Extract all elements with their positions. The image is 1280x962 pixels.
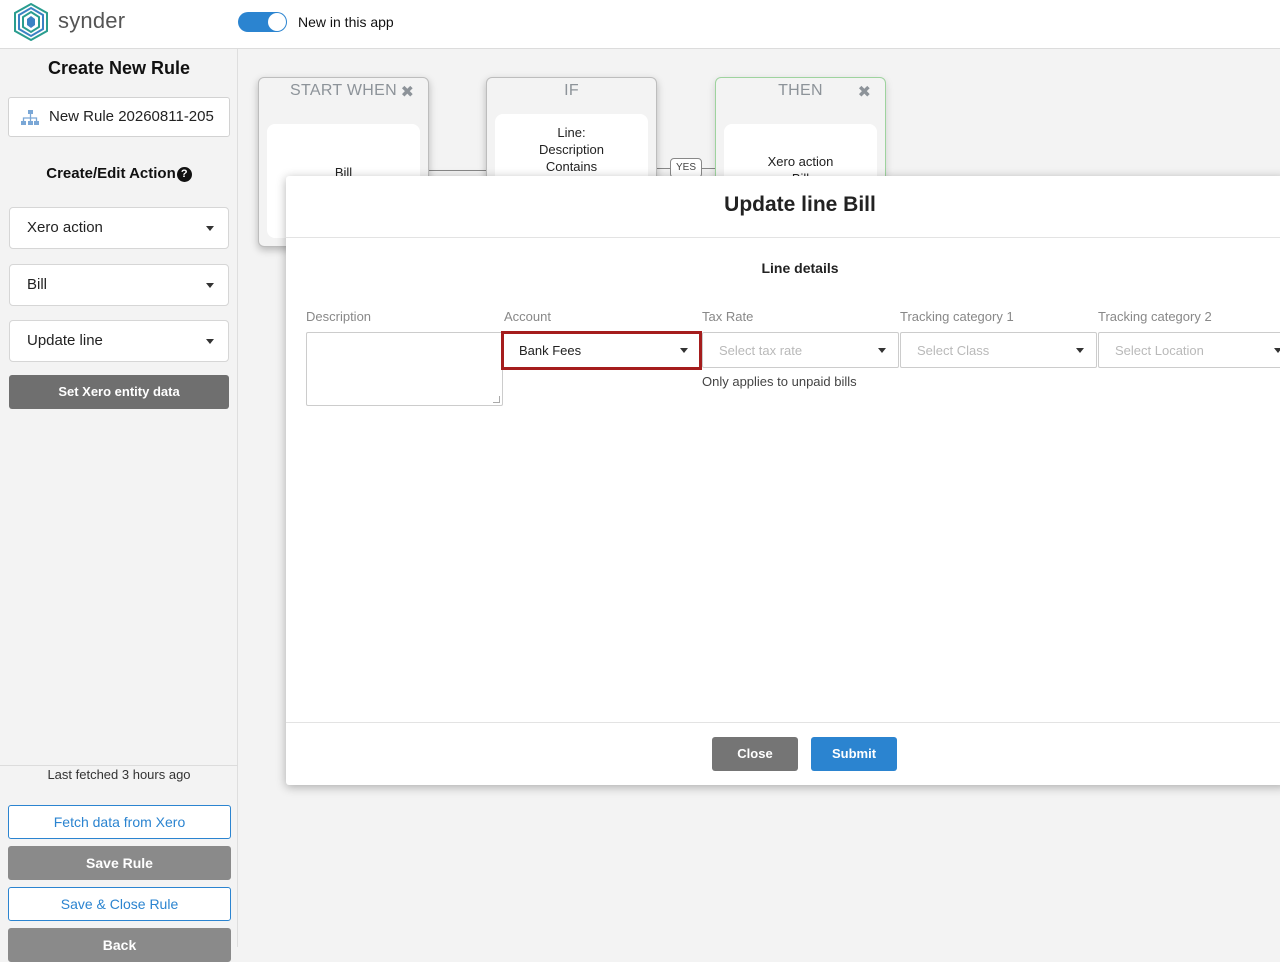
description-textarea[interactable] (306, 332, 503, 406)
last-fetched-status: Last fetched 3 hours ago (47, 767, 191, 782)
yes-branch-label: YES (670, 158, 702, 178)
condition-line-2: Description (538, 142, 605, 157)
submit-button[interactable]: Submit (811, 737, 897, 771)
sidebar-title: Create New Rule (47, 58, 191, 78)
action-type-value: Xero action (27, 219, 103, 236)
close-icon[interactable]: ✖ (858, 82, 871, 102)
toggle-label: New in this app (298, 14, 394, 30)
close-icon[interactable]: ✖ (401, 82, 414, 102)
chevron-down-icon (206, 339, 214, 344)
chevron-down-icon (206, 226, 214, 231)
fetch-data-button[interactable]: Fetch data from Xero (8, 805, 231, 839)
account-value: Bank Fees (519, 343, 582, 358)
description-label: Description (306, 309, 372, 324)
tracking-category-1-label: Tracking category 1 (900, 309, 1014, 324)
line-details-heading: Line details (761, 260, 839, 276)
entity-type-value: Bill (27, 276, 48, 293)
operation-select[interactable]: Update line (9, 320, 229, 362)
start-if-connector (428, 170, 488, 171)
chevron-down-icon (206, 283, 214, 288)
chevron-down-icon (680, 348, 688, 353)
create-edit-action-heading: Create/Edit Action? (0, 165, 238, 182)
sitemap-icon (21, 110, 39, 125)
update-line-modal: Update line Bill Line details Descriptio… (286, 176, 1280, 785)
set-xero-entity-data-button[interactable]: Set Xero entity data (9, 375, 229, 409)
tax-rate-label: Tax Rate (702, 309, 754, 324)
action-type-select[interactable]: Xero action (9, 207, 229, 249)
chevron-down-icon (1076, 348, 1084, 353)
chevron-down-icon (1274, 348, 1280, 353)
tracking-category-1-placeholder: Select Class (917, 343, 990, 358)
modal-footer-divider (286, 722, 1280, 723)
modal-title: Update line Bill (724, 193, 876, 216)
resize-handle-icon[interactable] (493, 396, 500, 403)
entity-type-select[interactable]: Bill (9, 264, 229, 306)
condition-line-1: Line: (557, 125, 586, 140)
start-when-header: START WHEN (289, 82, 397, 99)
section-title: Create/Edit Action (46, 165, 176, 182)
rule-name-value: New Rule 20260811-205 (49, 108, 214, 125)
modal-header-divider (286, 237, 1280, 238)
chevron-down-icon (878, 348, 886, 353)
tracking-category-2-placeholder: Select Location (1115, 343, 1204, 358)
brand-name: synder (58, 8, 126, 33)
tracking-category-1-select[interactable]: Select Class (900, 332, 1097, 368)
operation-value: Update line (27, 332, 103, 349)
top-bar: synder New in this app (0, 0, 1280, 49)
close-button[interactable]: Close (712, 737, 798, 771)
save-close-rule-button[interactable]: Save & Close Rule (8, 887, 231, 921)
question-circle-icon[interactable]: ? (176, 167, 192, 182)
back-button[interactable]: Back (8, 928, 231, 962)
rule-name-field[interactable]: New Rule 20260811-205 (8, 97, 230, 137)
sidebar-footer-divider (0, 765, 238, 766)
condition-line-3: Contains (545, 159, 598, 174)
tracking-category-2-select[interactable]: Select Location (1098, 332, 1280, 368)
save-rule-button[interactable]: Save Rule (8, 846, 231, 880)
synder-logo-icon (14, 3, 48, 41)
toggle-knob (268, 13, 286, 31)
tax-rate-placeholder: Select tax rate (719, 343, 803, 358)
account-select[interactable]: Bank Fees (501, 331, 702, 370)
tax-rate-hint: Only applies to unpaid bills (702, 374, 857, 389)
tax-rate-select[interactable]: Select tax rate (702, 332, 899, 368)
account-label: Account (504, 309, 551, 324)
action-line-1: Xero action (767, 154, 834, 169)
if-header: IF (564, 82, 579, 99)
new-app-toggle[interactable] (238, 12, 287, 32)
tracking-category-2-label: Tracking category 2 (1098, 309, 1212, 324)
